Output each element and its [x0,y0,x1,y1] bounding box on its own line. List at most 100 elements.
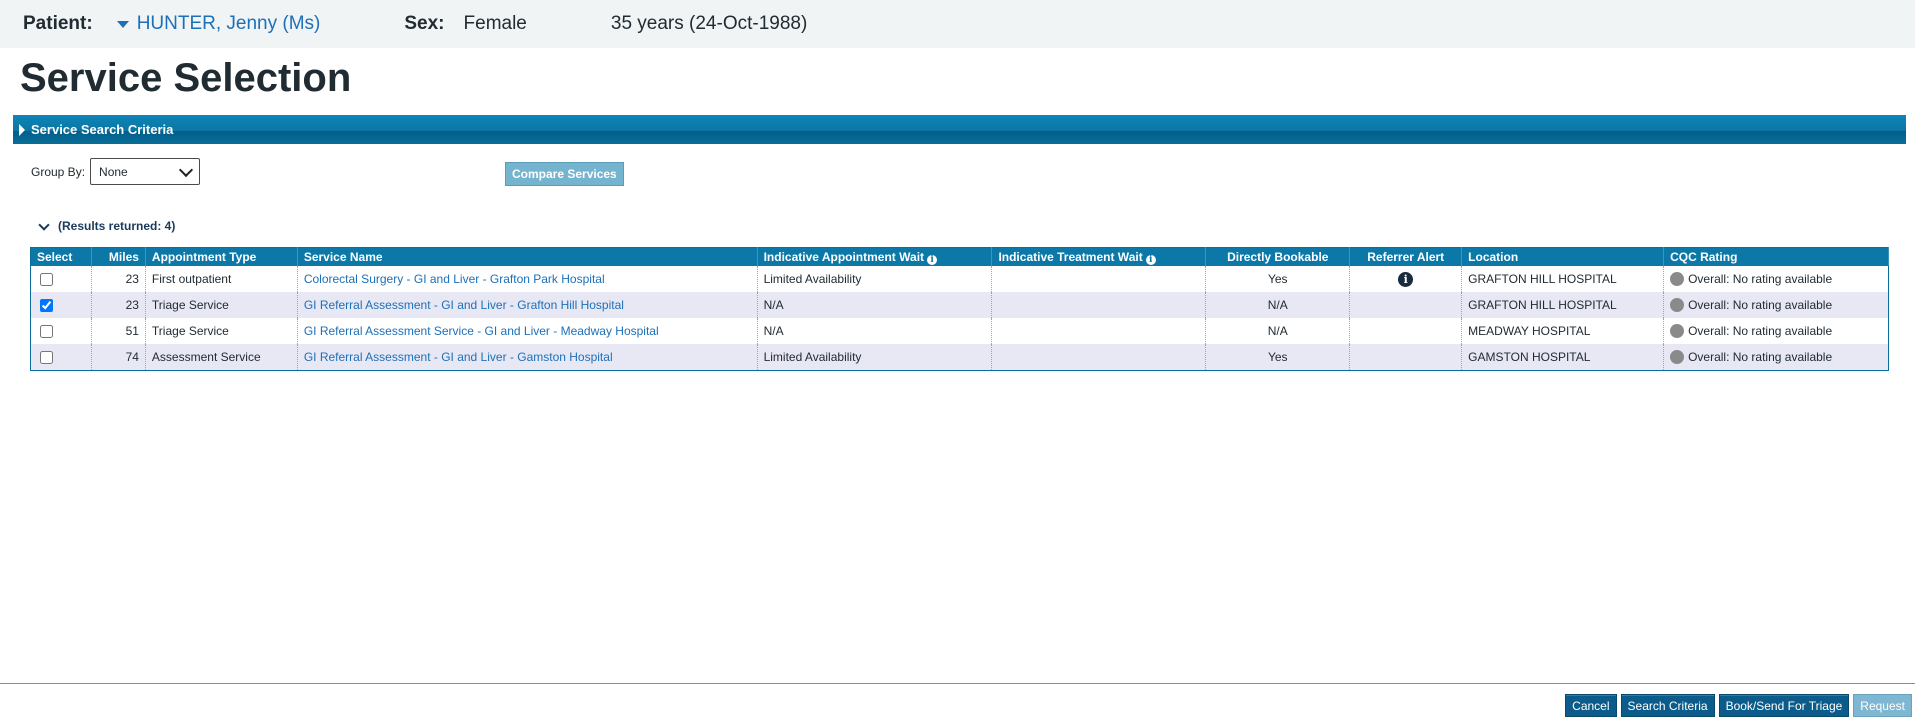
patient-name: HUNTER, Jenny (Ms) [136,13,321,34]
select-cell [30,266,92,292]
group-by-select[interactable]: None [90,158,201,185]
select-cell [30,318,92,344]
service-name-link[interactable]: GI Referral Assessment Service - GI and … [304,324,659,338]
appt-type-cell: First outpatient [145,266,298,292]
compare-services-button[interactable]: Compare Services [505,162,624,186]
select-cell [30,292,92,318]
cancel-button[interactable]: Cancel [1565,694,1617,717]
sex-value: Female [463,13,527,34]
footer-divider [0,683,1915,684]
sex-label: Sex: [404,13,445,34]
service-name-cell: GI Referral Assessment - GI and Liver - … [297,292,758,318]
treatment-wait-cell [991,292,1207,318]
cqc-cell: Overall: No rating available [1663,266,1889,292]
row-select-checkbox[interactable] [40,299,53,313]
group-by-value: None [99,164,128,179]
col-location[interactable]: Location [1461,247,1665,266]
location-cell: GRAFTON HILL HOSPITAL [1461,266,1665,292]
cqc-cell: Overall: No rating available [1663,344,1889,371]
table-header-row: Select Miles Appointment Type Service Na… [30,247,1889,266]
rating-dot-icon [1670,272,1685,286]
treatment-wait-header-label: Indicative Treatment Wait [998,249,1143,264]
appt-wait-cell: Limited Availability [757,266,993,292]
criteria-label: Service Search Criteria [31,122,174,137]
treatment-wait-cell [991,266,1207,292]
appt-type-cell: Assessment Service [145,344,298,371]
results-table: Select Miles Appointment Type Service Na… [30,247,1889,371]
table-row: 23 First outpatient Colorectal Surgery -… [30,266,1889,292]
referrer-alert-info-icon[interactable]: i [1398,271,1414,287]
age-dob: 35 years (24-Oct-1988) [610,13,808,34]
treatment-wait-cell [991,344,1207,371]
alert-cell [1349,292,1463,318]
appt-wait-cell: N/A [757,292,993,318]
service-name-link[interactable]: GI Referral Assessment - GI and Liver - … [304,350,613,364]
info-icon[interactable]: i [927,254,938,265]
row-select-checkbox[interactable] [40,325,53,339]
row-select-checkbox[interactable] [40,351,53,365]
book-send-for-triage-button[interactable]: Book/Send For Triage [1718,694,1850,717]
bookable-cell: Yes [1205,344,1351,371]
caret-down-icon [116,20,129,28]
service-name-cell: GI Referral Assessment Service - GI and … [297,318,758,344]
col-appointment-wait[interactable]: Indicative Appointment Wait i [757,247,993,266]
miles-cell: 23 [91,266,146,292]
col-appointment-type[interactable]: Appointment Type [145,247,298,266]
col-cqc-rating[interactable]: CQC Rating [1663,247,1889,266]
service-name-cell: Colorectal Surgery - GI and Liver - Graf… [297,266,758,292]
select-cell [30,344,92,371]
col-select[interactable]: Select [30,247,92,266]
location-cell: MEADWAY HOSPITAL [1461,318,1665,344]
group-by-control: Group By: None [31,158,201,185]
location-cell: GAMSTON HOSPITAL [1461,344,1665,371]
footer-actions: Cancel Search Criteria Book/Send For Tri… [1565,694,1912,717]
patient-label: Patient: [23,13,93,34]
service-search-criteria-toggle[interactable]: Service Search Criteria [13,115,1906,144]
service-name-link[interactable]: GI Referral Assessment - GI and Liver - … [304,298,624,312]
col-service-name[interactable]: Service Name [297,247,758,266]
alert-cell: i [1349,266,1463,292]
alert-cell [1349,344,1463,371]
chevron-down-icon [38,218,50,231]
rating-dot-icon [1670,298,1685,312]
cqc-text: Overall: No rating available [1688,350,1833,364]
results-toggle[interactable]: (Results returned: 4) [38,218,176,233]
col-directly-bookable[interactable]: Directly Bookable [1205,247,1351,266]
col-treatment-wait[interactable]: Indicative Treatment Wait i [991,247,1207,266]
appt-wait-cell: Limited Availability [757,344,993,371]
service-name-link[interactable]: Colorectal Surgery - GI and Liver - Graf… [304,272,605,286]
alert-cell [1349,318,1463,344]
miles-cell: 74 [91,344,146,371]
search-criteria-button[interactable]: Search Criteria [1620,694,1715,717]
treatment-wait-cell [991,318,1207,344]
cqc-text: Overall: No rating available [1688,324,1833,338]
appt-type-cell: Triage Service [145,318,298,344]
info-icon[interactable]: i [1145,254,1156,265]
table-row: 51 Triage Service GI Referral Assessment… [30,318,1889,344]
bookable-cell: Yes [1205,266,1351,292]
patient-name-link[interactable]: HUNTER, Jenny (Ms) [116,13,321,35]
col-referrer-alert[interactable]: Referrer Alert [1349,247,1463,266]
caret-right-icon [19,123,25,136]
service-name-cell: GI Referral Assessment - GI and Liver - … [297,344,758,371]
cqc-text: Overall: No rating available [1688,298,1833,312]
col-miles[interactable]: Miles [91,247,146,266]
appt-wait-cell: N/A [757,318,993,344]
cqc-text: Overall: No rating available [1688,272,1833,286]
page-title: Service Selection [20,56,352,100]
patient-banner: Patient: HUNTER, Jenny (Ms) Sex: Female … [0,0,1915,48]
request-button[interactable]: Request [1853,694,1912,717]
cqc-cell: Overall: No rating available [1663,292,1889,318]
group-by-label: Group By: [31,164,86,179]
cqc-cell: Overall: No rating available [1663,318,1889,344]
rating-dot-icon [1670,350,1685,364]
bookable-cell: N/A [1205,318,1351,344]
appt-wait-header-label: Indicative Appointment Wait [763,249,925,264]
results-count: (Results returned: 4) [58,219,176,233]
rating-dot-icon [1670,324,1685,338]
miles-cell: 23 [91,292,146,318]
appt-type-cell: Triage Service [145,292,298,318]
bookable-cell: N/A [1205,292,1351,318]
location-cell: GRAFTON HILL HOSPITAL [1461,292,1665,318]
row-select-checkbox[interactable] [40,273,53,287]
